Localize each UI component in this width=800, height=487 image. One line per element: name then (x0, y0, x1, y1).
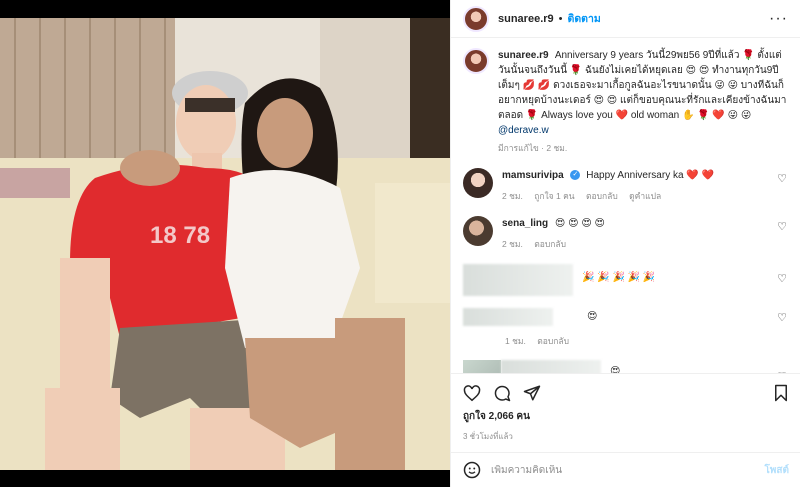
comment-text: 🎉 🎉 🎉 🎉 🎉 (582, 272, 656, 283)
caption-username[interactable]: sunaree.r9 (498, 50, 549, 61)
more-options-icon[interactable]: ··· (769, 10, 788, 28)
heart-icon[interactable] (463, 384, 481, 402)
comment-body: 😍 (610, 364, 620, 373)
comment-meta: 2 ชม. ตอบกลับ (502, 237, 772, 252)
comment-body: 🎉 🎉 🎉 🎉 🎉 (582, 270, 655, 296)
post-time: 3 ชั่วโมงที่แล้ว (463, 432, 513, 441)
add-comment-bar: โพสต์ (451, 452, 800, 487)
post-comment-button[interactable]: โพสต์ (764, 463, 789, 478)
comment-icon[interactable] (493, 384, 511, 402)
comment-item: mamsurivipa ✓ Happy Anniversary ka ❤️ ❤️… (463, 168, 789, 204)
post-side-panel: sunaree.r9 • ติดตาม ··· sunaree.r9 Anniv… (450, 0, 800, 487)
blurred-comment-block: 1 ชม. ตอบกลับ (463, 308, 578, 348)
comment-item: sena_ling 😍 😍 😍 😍 2 ชม. ตอบกลับ ♡ (463, 216, 789, 252)
svg-text:18 78: 18 78 (150, 222, 210, 249)
comment-like-icon[interactable]: ♡ (777, 272, 787, 285)
comment-like-icon[interactable]: ♡ (777, 311, 787, 324)
share-icon[interactable] (523, 384, 541, 402)
caption-mention[interactable]: @derave.w (498, 125, 549, 136)
comment-body: mamsurivipa ✓ Happy Anniversary ka ❤️ ❤️… (502, 168, 772, 204)
comment-text: 😍 😍 😍 😍 (554, 218, 605, 229)
action-icons (463, 382, 789, 404)
post-header: sunaree.r9 • ติดตาม ··· (451, 0, 800, 38)
comment-username[interactable]: sena_ling (502, 218, 548, 229)
comment-time: 1 ชม. (505, 336, 526, 346)
comment-text: 😍 (610, 366, 621, 373)
verified-badge-icon: ✓ (570, 170, 581, 181)
instagram-post: 18 78 sunaree.r9 • ติดตาม ··· sunaree.r9… (0, 0, 800, 487)
comment-username[interactable]: mamsurivipa (502, 170, 564, 181)
comment-body: sena_ling 😍 😍 😍 😍 2 ชม. ตอบกลับ (502, 216, 772, 252)
blurred-comment-text (501, 360, 601, 373)
commenter-avatar[interactable] (463, 168, 493, 198)
comment-body: 😍 (587, 309, 597, 348)
caption-avatar[interactable] (463, 48, 489, 74)
comment-item-blurred: 😍 ♡ (463, 360, 789, 373)
comment-item-blurred: 1 ชม. ตอบกลับ 😍 ♡ (463, 308, 789, 348)
reply-button[interactable]: ตอบกลับ (537, 336, 569, 346)
post-photo[interactable]: 18 78 (0, 0, 450, 487)
caption-body: sunaree.r9 Anniversary 9 years วันนี้29พ… (498, 48, 789, 156)
comment-text: Happy Anniversary ka ❤️ ❤️ (586, 170, 714, 181)
comment-time: 2 ชม. (502, 239, 523, 249)
likes-count[interactable]: ถูกใจ 2,066 คน (463, 409, 789, 424)
comment-time: 2 ชม. (502, 191, 523, 201)
comment-text: 😍 (586, 311, 598, 322)
add-comment-input[interactable] (491, 464, 765, 476)
comment-likes[interactable]: ถูกใจ 1 คน (534, 191, 574, 201)
blurred-comment-author (463, 308, 553, 326)
follow-button[interactable]: ติดตาม (568, 10, 601, 27)
caption-meta: มีการแก้ไข · 2 ชม. (498, 143, 568, 153)
emoji-icon[interactable] (463, 461, 481, 479)
comment-meta: 1 ชม. ตอบกลับ (463, 334, 578, 348)
bookmark-icon[interactable] (773, 384, 789, 402)
comment-like-icon[interactable]: ♡ (777, 172, 787, 185)
post-caption: sunaree.r9 Anniversary 9 years วันนี้29พ… (463, 48, 789, 156)
commenter-avatar[interactable] (463, 216, 493, 246)
reply-button[interactable]: ตอบกลับ (586, 191, 618, 201)
comment-meta: 2 ชม. ถูกใจ 1 คน ตอบกลับ ดูคำแปล (502, 189, 772, 204)
comments-scroll[interactable]: sunaree.r9 Anniversary 9 years วันนี้29พ… (451, 38, 800, 373)
blurred-comment-author (463, 264, 573, 296)
header-separator: • (558, 12, 563, 25)
blurred-commenter-avatar (463, 360, 501, 373)
comment-like-icon[interactable]: ♡ (777, 220, 787, 233)
translate-button[interactable]: ดูคำแปล (629, 191, 661, 201)
photo-image: 18 78 (0, 18, 450, 470)
comment-item-blurred: 🎉 🎉 🎉 🎉 🎉 ♡ (463, 264, 789, 296)
author-avatar[interactable] (463, 5, 489, 32)
post-actions: ถูกใจ 2,066 คน 3 ชั่วโมงที่แล้ว (451, 373, 800, 443)
photo-illustration: 18 78 (0, 18, 450, 470)
reply-button[interactable]: ตอบกลับ (534, 239, 566, 249)
author-username[interactable]: sunaree.r9 (498, 13, 554, 25)
